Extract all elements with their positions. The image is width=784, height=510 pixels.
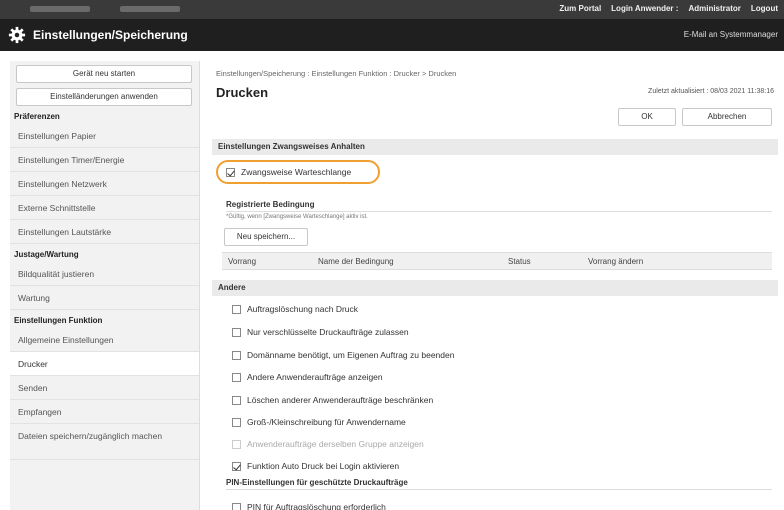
- gear-icon: [8, 26, 26, 44]
- login-user-label: Login Anwender :: [611, 4, 679, 13]
- top-bar: Zum Portal Login Anwender : Administrato…: [0, 0, 784, 19]
- portal-link[interactable]: Zum Portal: [559, 4, 601, 13]
- ok-button[interactable]: OK: [618, 108, 676, 126]
- sidebar-group-function-settings: Einstellungen Funktion: [14, 316, 103, 325]
- breadcrumb: Einstellungen/Speicherung : Einstellunge…: [216, 69, 457, 78]
- checkbox-box[interactable]: [226, 167, 235, 177]
- section-pin-settings: PIN-Einstellungen für geschützte Druckau…: [226, 478, 408, 487]
- column-header: Vorrang ändern: [588, 257, 644, 266]
- checkbox-box[interactable]: [232, 327, 241, 337]
- device-name-blurred: [30, 6, 90, 12]
- checkbox-box[interactable]: [232, 502, 241, 510]
- sidebar-item-image-quality[interactable]: Bildqualität justieren: [10, 262, 199, 286]
- checkbox-box[interactable]: [232, 372, 241, 382]
- header-bar: Einstellungen/Speicherung E-Mail an Syst…: [0, 19, 784, 51]
- forced-queue-checkbox[interactable]: Zwangsweise Warteschlange: [226, 166, 351, 178]
- divider: [226, 489, 772, 490]
- sidebar-item-timer-energy[interactable]: Einstellungen Timer/Energie: [10, 148, 199, 172]
- page-header-title: Einstellungen/Speicherung: [33, 28, 188, 42]
- save-new-button[interactable]: Neu speichern...: [224, 228, 308, 246]
- checkbox-label: Domänname benötigt, um Eigenen Auftrag z…: [247, 350, 455, 360]
- page-title: Drucken: [216, 85, 269, 100]
- checkbox-box[interactable]: [232, 350, 241, 360]
- mail-admin-link[interactable]: E-Mail an Systemmanager: [684, 30, 778, 39]
- checkbox-label: Zwangsweise Warteschlange: [241, 167, 352, 177]
- option-checkbox-disabled: Anwenderaufträge derselben Gruppe anzeig…: [232, 438, 424, 450]
- checkbox-box[interactable]: [232, 395, 241, 405]
- option-checkbox[interactable]: Auftragslöschung nach Druck: [232, 303, 358, 315]
- checkbox-label: Andere Anwenderaufträge anzeigen: [247, 372, 383, 382]
- sidebar-item-receive[interactable]: Empfangen: [10, 400, 199, 424]
- sidebar-item-send[interactable]: Senden: [10, 376, 199, 400]
- checkbox-box[interactable]: [232, 304, 241, 314]
- apply-changes-button[interactable]: Einstelländerungen anwenden: [16, 88, 192, 106]
- sidebar-item-printer[interactable]: Drucker: [10, 352, 199, 376]
- checkbox-box[interactable]: [232, 417, 241, 427]
- option-checkbox[interactable]: Funktion Auto Druck bei Login aktivieren: [232, 460, 399, 472]
- logout-link[interactable]: Logout: [751, 4, 778, 13]
- divider: [226, 211, 772, 212]
- option-checkbox[interactable]: Andere Anwenderaufträge anzeigen: [232, 371, 383, 383]
- checkbox-box: [232, 439, 241, 449]
- checkbox-label: Auftragslöschung nach Druck: [247, 304, 359, 314]
- column-header: Status: [508, 257, 531, 266]
- checkbox-box[interactable]: [232, 461, 241, 471]
- checkbox-label: Nur verschlüsselte Druckaufträge zulasse…: [247, 327, 409, 337]
- sidebar-item-store-access-files[interactable]: Dateien speichern/zugänglich machen: [10, 424, 199, 460]
- checkbox-label: Anwenderaufträge derselben Gruppe anzeig…: [247, 439, 424, 449]
- option-checkbox[interactable]: Groß-/Kleinschreibung für Anwendername: [232, 416, 406, 428]
- checkbox-label: Löschen anderer Anwenderaufträge beschrä…: [247, 395, 434, 405]
- sidebar: Gerät neu starten Einstelländerungen anw…: [10, 61, 200, 510]
- section-other: Andere: [212, 280, 778, 296]
- column-header: Vorrang: [228, 257, 257, 266]
- login-user-name: Administrator: [688, 4, 741, 13]
- option-checkbox[interactable]: PIN für Auftragslöschung erforderlich: [232, 501, 386, 510]
- sidebar-item-external-interface[interactable]: Externe Schnittstelle: [10, 196, 199, 220]
- option-checkbox[interactable]: Löschen anderer Anwenderaufträge beschrä…: [232, 394, 433, 406]
- sidebar-group-preferences: Präferenzen: [14, 112, 60, 121]
- checkbox-label: PIN für Auftragslöschung erforderlich: [247, 502, 386, 510]
- option-checkbox[interactable]: Nur verschlüsselte Druckaufträge zulasse…: [232, 326, 409, 338]
- sidebar-item-common-settings[interactable]: Allgemeine Einstellungen: [10, 328, 199, 352]
- device-address-blurred: [120, 6, 180, 12]
- column-header: Name der Bedingung: [318, 257, 394, 266]
- registered-note: *Gültig, wenn [Zwangsweise Warteschlange…: [226, 214, 368, 220]
- sidebar-group-adjustment: Justage/Wartung: [14, 250, 79, 259]
- section-registered-conditions: Registrierte Bedingung: [226, 200, 315, 209]
- conditions-table-header: Vorrang Name der Bedingung Status Vorran…: [222, 252, 772, 270]
- cancel-button[interactable]: Abbrechen: [682, 108, 772, 126]
- top-links: Zum Portal Login Anwender : Administrato…: [559, 4, 778, 13]
- checkbox-label: Groß-/Kleinschreibung für Anwendername: [247, 417, 406, 427]
- sidebar-item-network[interactable]: Einstellungen Netzwerk: [10, 172, 199, 196]
- sidebar-item-volume[interactable]: Einstellungen Lautstärke: [10, 220, 199, 244]
- sidebar-item-maintenance[interactable]: Wartung: [10, 286, 199, 310]
- last-updated: Zuletzt aktualisiert : 08/03 2021 11:38:…: [648, 88, 774, 95]
- restart-device-button[interactable]: Gerät neu starten: [16, 65, 192, 83]
- sidebar-item-paper[interactable]: Einstellungen Papier: [10, 124, 199, 148]
- option-checkbox[interactable]: Domänname benötigt, um Eigenen Auftrag z…: [232, 349, 454, 361]
- section-forced-hold: Einstellungen Zwangsweises Anhalten: [212, 139, 778, 155]
- checkbox-label: Funktion Auto Druck bei Login aktivieren: [247, 461, 400, 471]
